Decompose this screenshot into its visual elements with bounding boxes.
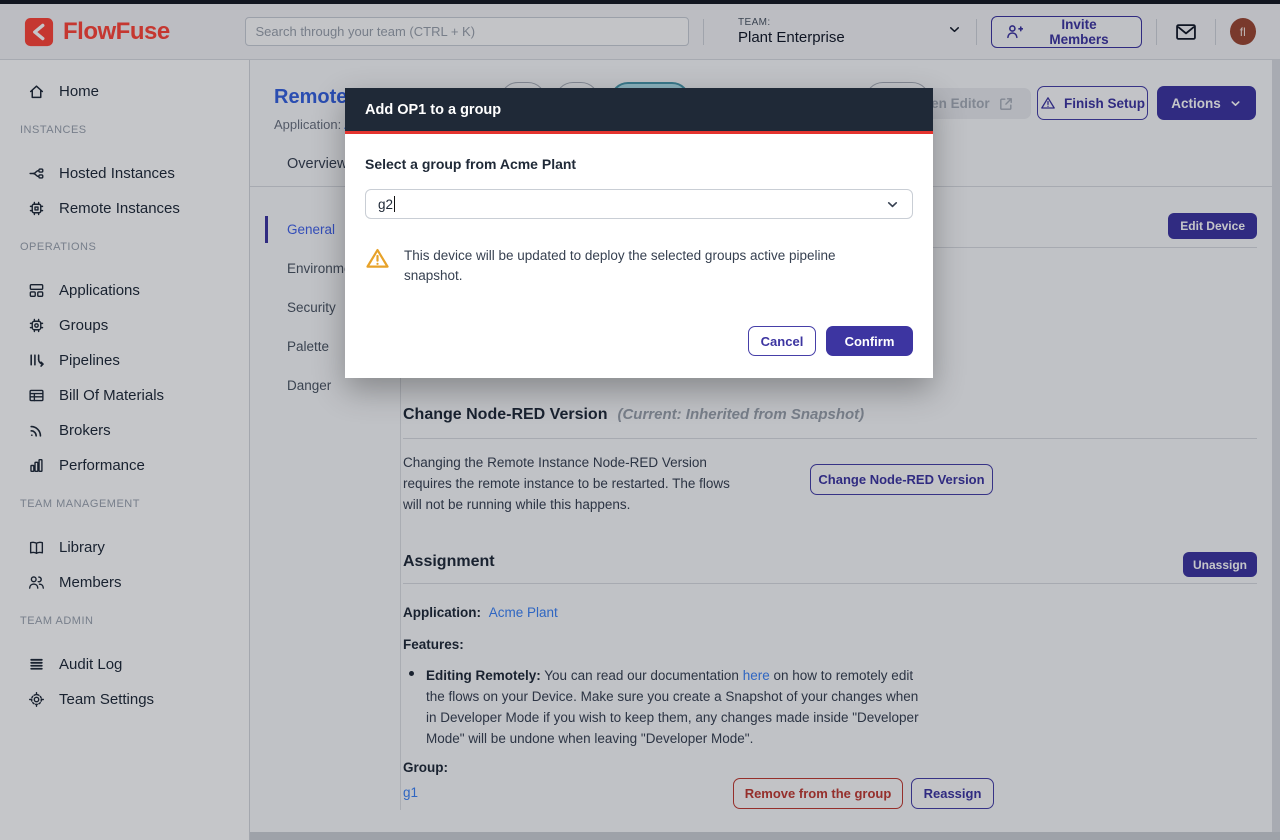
dialog-body: Select a group from Acme Plant g2 This d…	[345, 134, 933, 378]
text-cursor	[394, 196, 395, 212]
screen: FlowFuse TEAM: Plant Enterprise Invite M…	[0, 0, 1280, 840]
group-select-label: Select a group from Acme Plant	[365, 156, 913, 172]
add-to-group-dialog: Add OP1 to a group Select a group from A…	[345, 88, 933, 378]
chevron-down-icon[interactable]	[885, 197, 900, 212]
dialog-title: Add OP1 to a group	[365, 102, 501, 118]
group-select-input[interactable]: g2	[365, 189, 913, 219]
dialog-actions: Cancel Confirm	[748, 326, 913, 356]
confirm-button[interactable]: Confirm	[826, 326, 913, 356]
cancel-button[interactable]: Cancel	[748, 326, 816, 356]
dialog-header: Add OP1 to a group	[345, 88, 933, 134]
pipeline-warning: This device will be updated to deploy th…	[365, 246, 913, 285]
warning-text: This device will be updated to deploy th…	[404, 246, 874, 285]
group-select-value: g2	[378, 197, 393, 212]
warning-triangle-icon	[365, 246, 390, 271]
